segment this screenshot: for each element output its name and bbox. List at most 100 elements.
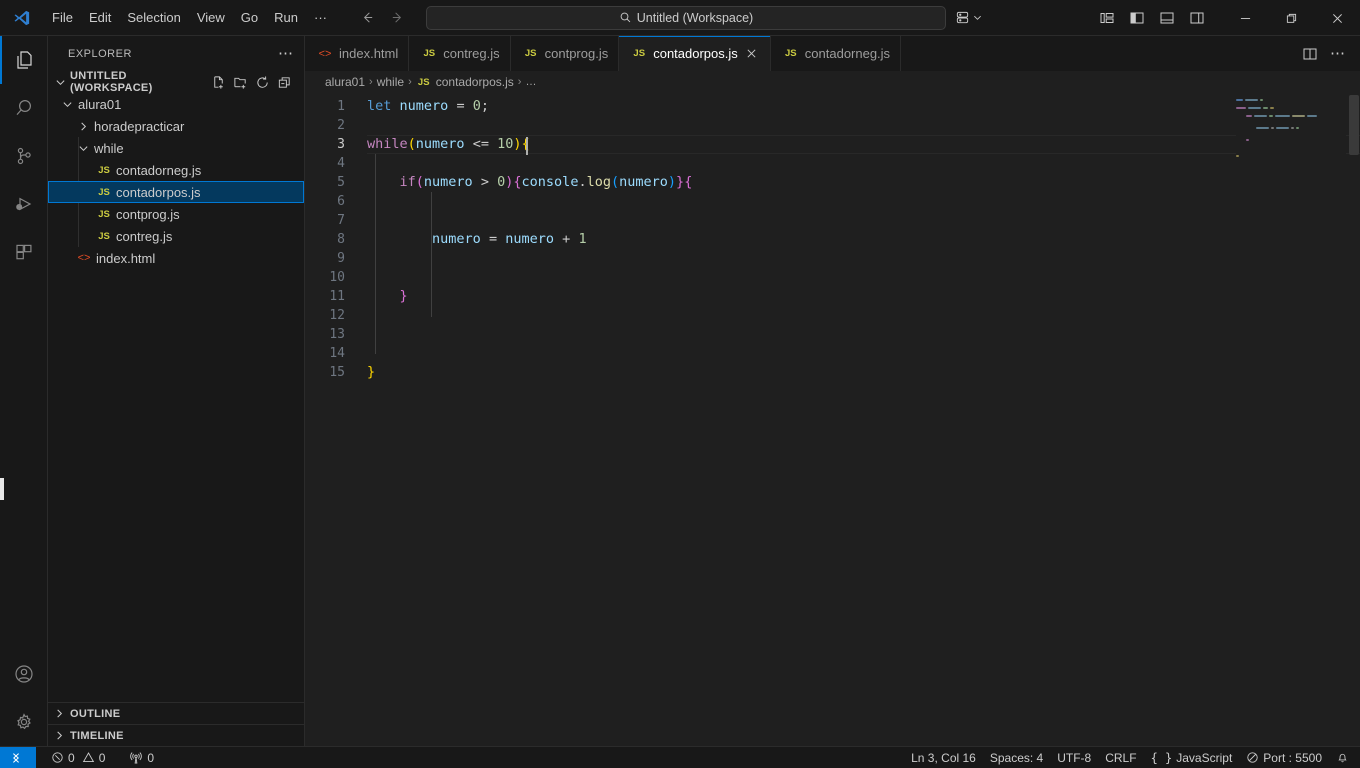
refresh-explorer-button[interactable] — [255, 75, 270, 90]
title-bar: File Edit Selection View Go Run ··· Unti… — [0, 0, 1360, 36]
activity-search[interactable] — [0, 84, 48, 132]
toggle-primary-sidebar-button[interactable] — [1126, 7, 1148, 29]
minimize-button[interactable] — [1222, 0, 1268, 36]
tree-item-contadorneg-js[interactable]: JS contadorneg.js — [48, 159, 304, 181]
tab-contreg-js[interactable]: JS contreg.js — [409, 36, 511, 71]
menu-run[interactable]: Run — [266, 6, 306, 29]
code-lines[interactable]: let numero = 0; while(numero <= 10){ if(… — [367, 93, 1360, 746]
editor-language[interactable]: { } JavaScript — [1144, 747, 1240, 768]
explorer-more-actions-button[interactable]: ⋯ — [278, 46, 294, 61]
editor-more-actions-button[interactable]: ⋯ — [1330, 46, 1346, 61]
new-folder-button[interactable] — [233, 75, 248, 90]
customize-layout-button[interactable] — [1096, 7, 1118, 29]
arrow-left-icon[interactable] — [357, 8, 377, 28]
breadcrumb-item-while[interactable]: while — [377, 75, 404, 89]
explorer-title: EXPLORER — [68, 47, 132, 60]
toggle-panel-button[interactable] — [1156, 7, 1178, 29]
close-button[interactable] — [1314, 0, 1360, 36]
workspace-root-row[interactable]: UNTITLED (WORKSPACE) — [48, 70, 304, 94]
menu-file[interactable]: File — [44, 6, 81, 29]
workbench-body: EXPLORER ⋯ UNTITLED (WORKSPACE) alura01 … — [0, 36, 1360, 746]
maximize-button[interactable] — [1268, 0, 1314, 36]
notifications-bell[interactable] — [1329, 747, 1356, 768]
activity-settings[interactable] — [0, 698, 48, 746]
live-server-port[interactable]: Port : 5500 — [1239, 747, 1329, 768]
menu-more[interactable]: ··· — [306, 6, 335, 29]
timeline-section[interactable]: TIMELINE — [48, 724, 304, 746]
tree-item-contadorpos-js[interactable]: JS contadorpos.js — [48, 181, 304, 203]
chevron-down-icon — [52, 77, 68, 88]
new-file-button[interactable] — [211, 75, 226, 90]
sidebar-bottom-panels: OUTLINE TIMELINE — [48, 702, 304, 746]
minimap[interactable] — [1236, 93, 1346, 746]
tab-label: contadorneg.js — [804, 46, 891, 61]
minimap-line — [1236, 131, 1346, 134]
circle-slash-icon — [1246, 751, 1259, 764]
editor-indentation[interactable]: Spaces: 4 — [983, 747, 1050, 768]
tree-item-index-html[interactable]: <> index.html — [48, 247, 304, 269]
problems-warnings[interactable]: 0 — [82, 747, 113, 768]
arrow-right-icon[interactable] — [387, 8, 407, 28]
code-line-8: numero = numero + 1 — [432, 231, 587, 247]
collapse-all-button[interactable] — [277, 75, 292, 90]
editor-encoding[interactable]: UTF-8 — [1050, 747, 1098, 768]
tab-contadorneg-js[interactable]: JS contadorneg.js — [770, 36, 902, 71]
activity-source-control[interactable] — [0, 132, 48, 180]
toggle-secondary-sidebar-button[interactable] — [1186, 7, 1208, 29]
menu-go[interactable]: Go — [233, 6, 266, 29]
tree-item-contreg-js[interactable]: JS contreg.js — [48, 225, 304, 247]
tree-item-label: horadepracticar — [94, 118, 185, 134]
close-icon[interactable] — [744, 46, 760, 62]
activity-explorer[interactable] — [0, 36, 48, 84]
tab-contprog-js[interactable]: JS contprog.js — [510, 36, 620, 71]
line-number: 15 — [329, 365, 345, 380]
editor-selection-status[interactable]: Ln 3, Col 16 — [904, 747, 983, 768]
tree-item-contprog-js[interactable]: JS contprog.js — [48, 203, 304, 225]
html-file-icon: <> — [77, 252, 91, 264]
tree-item-label: contprog.js — [116, 206, 180, 222]
breadcrumb-item-symbol[interactable]: … — [525, 76, 536, 88]
tree-item-while[interactable]: while — [48, 137, 304, 159]
js-file-icon: JS — [633, 48, 646, 59]
menu-selection[interactable]: Selection — [119, 6, 188, 29]
timeline-label: TIMELINE — [70, 729, 124, 742]
remote-indicator-button[interactable] — [0, 746, 36, 768]
ports-forwarded[interactable]: 0 — [122, 747, 161, 768]
editor-eol[interactable]: CRLF — [1098, 747, 1143, 768]
problems-errors[interactable]: 0 — [44, 747, 82, 768]
editor-language-label: JavaScript — [1176, 750, 1233, 765]
outline-section[interactable]: OUTLINE — [48, 702, 304, 724]
tree-item-horadepracticar[interactable]: horadepracticar — [48, 115, 304, 137]
minimap-line — [1236, 135, 1346, 138]
html-file-icon: <> — [318, 47, 332, 60]
activity-extensions[interactable] — [0, 228, 48, 276]
line-number: 5 — [337, 175, 345, 190]
warning-icon — [82, 751, 95, 764]
activity-run-debug[interactable] — [0, 180, 48, 228]
menu-view[interactable]: View — [189, 6, 233, 29]
chevron-down-icon — [76, 143, 90, 154]
tree-item-alura01[interactable]: alura01 — [48, 93, 304, 115]
menu-edit[interactable]: Edit — [81, 6, 119, 29]
line-number: 9 — [337, 251, 345, 266]
command-center-input[interactable]: Untitled (Workspace) — [426, 5, 946, 30]
code-editor[interactable]: 1 2 3 4 5 6 7 8 9 10 11 12 13 14 15 let … — [305, 93, 1360, 746]
scrollbar-thumb[interactable] — [1349, 95, 1359, 155]
editor-vertical-scrollbar[interactable] — [1346, 93, 1360, 746]
minimap-line — [1236, 103, 1346, 106]
error-count: 0 — [68, 750, 75, 765]
activity-accounts[interactable] — [0, 650, 48, 698]
breadcrumb-item-alura01[interactable]: alura01 — [325, 75, 365, 89]
remote-explorer-button[interactable] — [955, 10, 982, 25]
breadcrumb-item-file[interactable]: contadorpos.js — [436, 75, 514, 89]
navigation-arrows — [357, 8, 407, 28]
tab-index-html[interactable]: <> index.html — [305, 36, 410, 71]
split-editor-button[interactable] — [1302, 46, 1318, 62]
workspace-name: UNTITLED (WORKSPACE) — [70, 70, 153, 94]
chevron-right-icon — [76, 121, 90, 132]
breadcrumb: alura01 › while › JS contadorpos.js › … — [305, 71, 1360, 93]
tab-contadorpos-js[interactable]: JS contadorpos.js — [619, 36, 771, 71]
editor-tab-bar: <> index.html JS contreg.js JS contprog.… — [305, 36, 1360, 71]
explorer-actions — [211, 75, 296, 90]
